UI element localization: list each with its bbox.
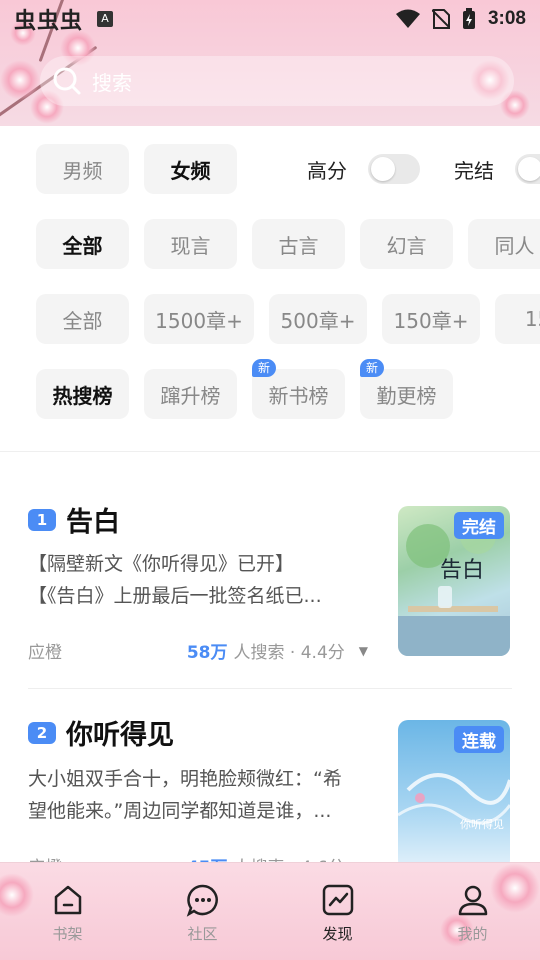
new-badge: 新	[252, 359, 277, 377]
new-badge: 新	[360, 359, 385, 377]
cover-title: 你听得见	[460, 818, 504, 831]
notification-icon: A	[97, 11, 114, 27]
chip-label: 1500章+	[155, 308, 243, 333]
app-glyphs: 虫虫虫	[14, 9, 84, 34]
search-placeholder: 搜索	[92, 70, 132, 95]
book-item[interactable]: 2 你听得见 大小姐双手合十，明艳脸颊微红：“希 望他能来。”周边同学都知道是谁，…	[28, 713, 512, 878]
ranking-chip-new[interactable]: 新新书榜	[252, 359, 345, 419]
length-chip-150[interactable]: 150章+	[382, 294, 480, 344]
search-icon	[53, 67, 81, 95]
ranking-chip-rising[interactable]: 蹿升榜	[144, 369, 237, 419]
tab-label: 男频	[62, 158, 103, 183]
chip-label: 蹿升榜	[160, 383, 221, 408]
chip-label: 150	[524, 307, 540, 331]
search-bar[interactable]: 搜索	[40, 56, 514, 106]
bottom-nav: 书架 社区 发现 我的	[0, 862, 540, 960]
nav-label: 我的	[457, 925, 488, 943]
genre-chip-fantasy[interactable]: 幻言	[360, 219, 453, 269]
length-chip-500[interactable]: 500章+	[269, 294, 367, 344]
chip-label: 同人	[494, 233, 535, 258]
list-separator	[28, 688, 512, 689]
status-tag: 连载	[454, 726, 504, 753]
desc-line: 大小姐双手合十，明艳脸颊微红：“希	[28, 768, 342, 790]
tab-female[interactable]: 女频	[144, 144, 237, 194]
genre-chip-all[interactable]: 全部	[36, 219, 129, 269]
tab-male[interactable]: 男频	[36, 144, 129, 194]
genre-row: 全部 现言 古言 幻言 同人	[36, 219, 540, 269]
battery-charging-icon	[462, 8, 475, 29]
chip-label: 勤更榜	[376, 383, 437, 408]
status-tag: 完结	[454, 512, 504, 539]
book-description: 【隔壁新文《你听得见》已开】 【《告白》上册最后一批签名纸已...	[28, 548, 363, 612]
nav-label: 发现	[322, 925, 353, 943]
length-chip-150-partial[interactable]: 150	[495, 294, 540, 344]
genre-chip-modern[interactable]: 现言	[144, 219, 237, 269]
nav-bookshelf[interactable]: 书架	[0, 863, 135, 960]
desc-line: 【《告白》上册最后一批签名纸已...	[28, 585, 322, 607]
book-item[interactable]: 1 告白 【隔壁新文《你听得见》已开】 【《告白》上册最后一批签名纸已... 应橙…	[28, 500, 512, 665]
book-cover[interactable]: 你听得见 连载	[398, 720, 510, 870]
ranking-row: 热搜榜 蹿升榜 新新书榜 新勤更榜	[36, 359, 453, 419]
length-chip-1500[interactable]: 1500章+	[144, 294, 254, 344]
ranking-chip-hot[interactable]: 热搜榜	[36, 369, 129, 419]
book-title: 你听得见	[66, 720, 174, 751]
rank-badge: 1	[28, 508, 56, 531]
chip-label: 幻言	[386, 233, 427, 258]
chip-label: 古言	[278, 233, 319, 258]
book-cover[interactable]: 告白 完结	[398, 506, 510, 656]
high-score-toggle[interactable]	[368, 154, 420, 184]
book-description: 大小姐双手合十，明艳脸颊微红：“希 望他能来。”周边同学都知道是谁，...	[28, 763, 363, 827]
person-icon	[458, 885, 487, 916]
author: 应橙	[28, 643, 62, 663]
completed-toggle[interactable]	[515, 154, 540, 184]
chat-bubble-icon	[186, 884, 218, 917]
search-count: 58万	[186, 643, 228, 663]
chip-label: 全部	[62, 308, 103, 333]
search-rating: 人搜索 · 4.4分	[233, 643, 345, 663]
toggle-knob	[518, 157, 540, 181]
trend-chart-icon	[322, 884, 353, 916]
nav-community[interactable]: 社区	[135, 863, 270, 960]
toggle-knob	[371, 157, 395, 181]
genre-chip-ancient[interactable]: 古言	[252, 219, 345, 269]
book-meta: 应橙 58万 人搜索 · 4.4分 ▼	[28, 638, 368, 663]
section-divider	[0, 451, 540, 452]
tab-label: 女频	[170, 158, 211, 183]
gender-row: 男频 女频 高分 完结	[36, 144, 540, 194]
cover-title: 告白	[440, 558, 485, 583]
nav-label: 社区	[187, 925, 218, 943]
rank-badge: 2	[28, 721, 56, 744]
genre-chip-fanfic[interactable]: 同人	[468, 219, 540, 269]
chip-label: 500章+	[280, 308, 356, 333]
desc-line: 望他能来。”周边同学都知道是谁，...	[28, 800, 332, 822]
header: 虫虫虫 A 3:08 搜索	[0, 0, 540, 126]
status-time: 3:08	[487, 8, 526, 29]
nav-discover[interactable]: 发现	[270, 863, 405, 960]
filter-panel: 男频 女频 高分 完结 全部 现言 古言 幻言 同人 全部 1500章+ 500…	[0, 126, 540, 451]
nav-label: 书架	[52, 925, 83, 943]
chip-label: 新书榜	[268, 383, 329, 408]
book-title: 告白	[66, 507, 120, 538]
completed-label: 完结	[454, 158, 494, 183]
length-row: 全部 1500章+ 500章+ 150章+ 150	[36, 294, 540, 344]
chip-label: 150章+	[393, 308, 469, 333]
status-bar: 虫虫虫 A 3:08	[0, 0, 540, 38]
bookshelf-icon	[54, 885, 81, 915]
ranking-chip-diligent[interactable]: 新勤更榜	[360, 359, 453, 419]
chip-label: 全部	[62, 233, 103, 258]
length-chip-all[interactable]: 全部	[36, 294, 129, 344]
app-root: 虫虫虫 A 3:08 搜索 男频 女频 高分 完结 全部 现言 古言 幻言 同人…	[0, 0, 540, 960]
wifi-icon	[395, 9, 420, 28]
chip-label: 热搜榜	[52, 383, 113, 408]
high-score-label: 高分	[307, 158, 347, 183]
nav-profile[interactable]: 我的	[405, 863, 540, 960]
desc-line: 【隔壁新文《你听得见》已开】	[28, 553, 295, 575]
chip-label: 现言	[170, 233, 211, 258]
dropdown-arrow-icon[interactable]: ▼	[359, 644, 368, 658]
no-sim-icon	[431, 9, 450, 29]
